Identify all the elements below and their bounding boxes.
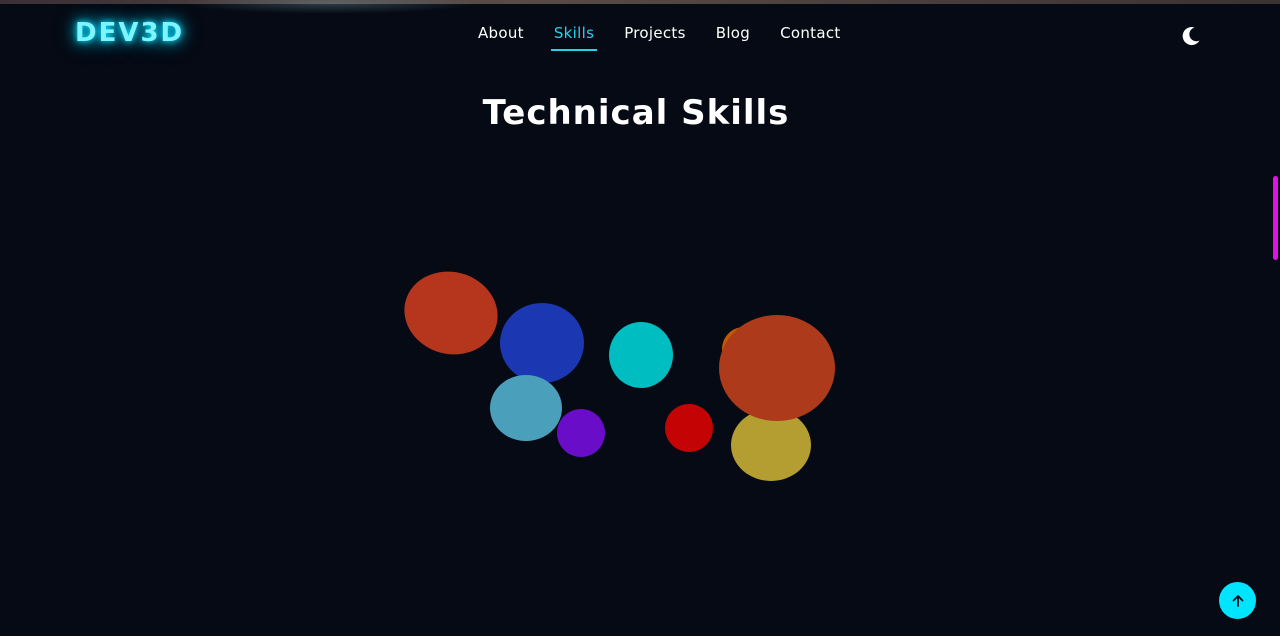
skill-bubble[interactable] (557, 409, 605, 457)
scroll-to-top-button[interactable] (1219, 582, 1256, 619)
scroll-progress-indicator[interactable] (1273, 176, 1278, 260)
skill-bubble[interactable] (719, 315, 835, 421)
skill-bubble[interactable] (609, 322, 673, 388)
skill-bubble[interactable] (395, 261, 507, 365)
arrow-up-icon (1232, 594, 1243, 607)
skill-bubble[interactable] (500, 303, 584, 383)
skills-bubble-cloud (395, 261, 835, 481)
skill-bubble[interactable] (490, 375, 562, 441)
skill-bubble[interactable] (665, 404, 713, 452)
